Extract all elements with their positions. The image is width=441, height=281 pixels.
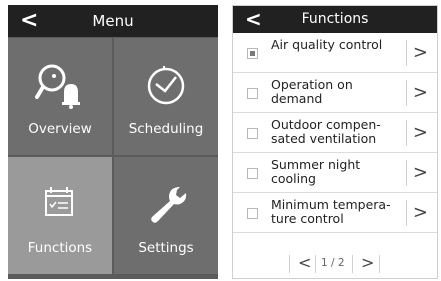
item-label: Minimum tempera-ture control (271, 197, 391, 226)
page-title: Menu (92, 12, 134, 30)
search-alarm-icon (35, 64, 80, 109)
clock-icon (147, 66, 185, 105)
list-item[interactable]: Summer night cooling > (233, 153, 437, 193)
divider (379, 255, 380, 273)
wrench-icon (151, 187, 187, 223)
divider (406, 120, 407, 146)
item-label: Outdoor compen-sated ventilation (271, 117, 381, 146)
divider (406, 160, 407, 186)
next-page-button[interactable]: > (361, 253, 374, 272)
chevron-right-icon[interactable]: > (413, 43, 428, 63)
overview-tile[interactable]: Overview (8, 38, 112, 155)
prev-page-button[interactable]: < (298, 253, 311, 272)
list-item[interactable]: Air quality control > (233, 33, 437, 73)
checkbox[interactable] (247, 208, 258, 219)
page-indicator: 1 / 2 (321, 257, 345, 269)
item-label: Air quality control (271, 37, 383, 52)
chevron-right-icon[interactable]: > (413, 163, 428, 183)
settings-tile[interactable]: Settings (114, 157, 218, 274)
divider (406, 80, 407, 106)
checkbox[interactable] (247, 88, 258, 99)
tile-label: Scheduling (128, 121, 204, 137)
functions-header: < Functions (233, 6, 437, 33)
divider (406, 40, 407, 66)
checkbox[interactable] (247, 128, 258, 139)
chevron-right-icon[interactable]: > (413, 83, 428, 103)
menu-screen: < Menu Overview Scheduling Functions Set… (8, 5, 218, 279)
divider (352, 255, 353, 273)
chevron-right-icon[interactable]: > (413, 123, 428, 143)
calendar-list-icon (45, 187, 73, 216)
list-item[interactable]: Operation on demand > (233, 73, 437, 113)
pagination: < 1 / 2 > (233, 253, 437, 275)
functions-list: Air quality control > Operation on deman… (233, 33, 437, 233)
list-item[interactable]: Minimum tempera-ture control > (233, 193, 437, 233)
chevron-right-icon[interactable]: > (413, 203, 428, 223)
page-title: Functions (301, 11, 369, 27)
checkbox[interactable] (247, 168, 258, 179)
tile-label: Settings (138, 240, 194, 256)
functions-screen: < Functions Air quality control > Operat… (232, 5, 438, 279)
scheduling-tile[interactable]: Scheduling (114, 38, 218, 155)
item-label: Summer night cooling (271, 157, 361, 186)
tile-label: Functions (27, 240, 93, 256)
divider (289, 255, 290, 273)
menu-header: < Menu (8, 5, 218, 37)
divider (315, 255, 316, 273)
item-label: Operation on demand (271, 77, 353, 106)
checkbox[interactable] (247, 48, 258, 59)
divider (406, 200, 407, 226)
list-item[interactable]: Outdoor compen-sated ventilation > (233, 113, 437, 153)
tile-label: Overview (28, 121, 92, 137)
functions-tile[interactable]: Functions (8, 157, 112, 274)
